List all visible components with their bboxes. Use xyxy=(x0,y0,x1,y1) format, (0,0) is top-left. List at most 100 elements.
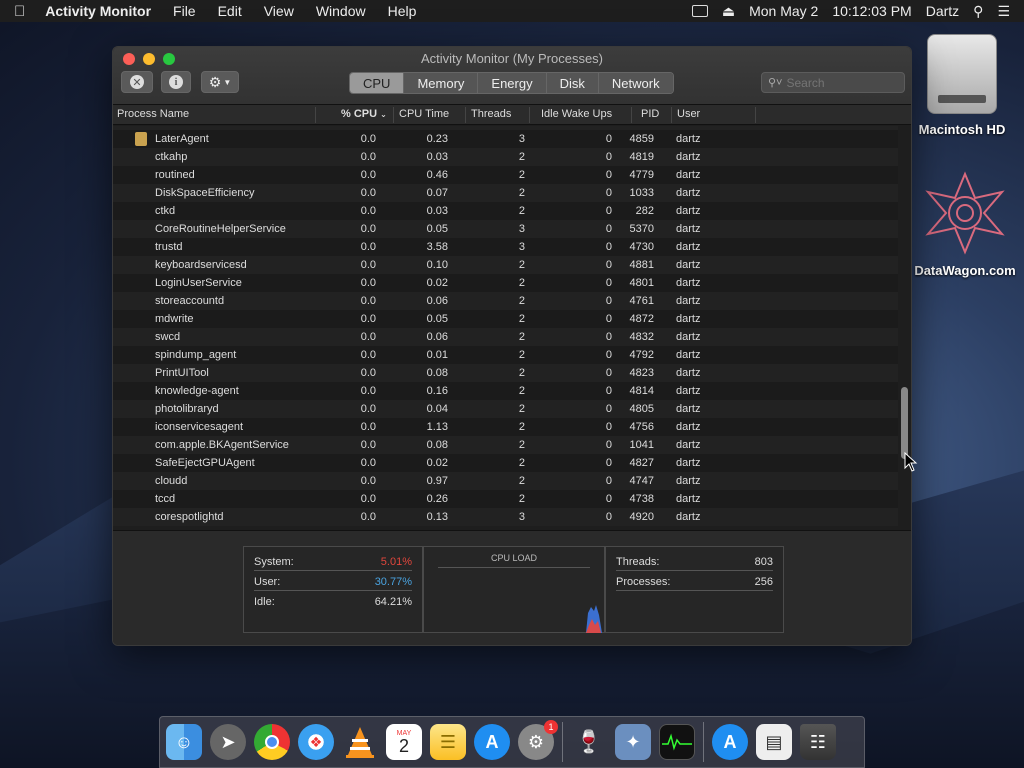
cpu-time-cell: 0.02 xyxy=(426,277,448,289)
table-row[interactable]: ctkd 0.0 0.03 2 0 282 dartz xyxy=(113,202,898,220)
pid-cell: 4756 xyxy=(629,421,654,433)
table-row[interactable]: cloudd 0.0 0.97 2 0 4747 dartz xyxy=(113,472,898,490)
table-row[interactable]: storeaccountd 0.0 0.06 2 0 4761 dartz xyxy=(113,292,898,310)
column-cpu-time[interactable]: CPU Time xyxy=(399,108,449,120)
process-table[interactable]: LaterAgent 0.0 0.23 3 0 4859 dartz ctkahp 0.0 0.0… xyxy=(113,126,898,529)
inspect-process-button[interactable]: i xyxy=(161,71,191,93)
user-cell: dartz xyxy=(676,223,701,235)
table-row[interactable]: PrintUITool 0.0 0.08 2 0 4823 dartz xyxy=(113,364,898,382)
table-row[interactable]: spindump_agent 0.0 0.01 2 0 4792 dartz xyxy=(113,346,898,364)
finder-dock-icon[interactable]: ☺ xyxy=(166,724,202,760)
tab-cpu[interactable]: CPU xyxy=(350,73,405,93)
tab-energy[interactable]: Energy xyxy=(478,73,547,93)
menu-bar:  Activity Monitor File Edit View Window… xyxy=(0,0,1024,22)
column-threads[interactable]: Threads xyxy=(471,108,511,120)
column-idle-wake-ups[interactable]: Idle Wake Ups xyxy=(541,108,612,120)
process-name-cell: com.apple.BKAgentService xyxy=(155,439,289,451)
title-bar: Activity Monitor (My Processes) ✕ i ⚙ ▼ … xyxy=(113,47,911,105)
table-row[interactable]: DiskSpaceEfficiency 0.0 0.07 2 0 1033 dartz xyxy=(113,184,898,202)
cpu-cell: 0.0 xyxy=(360,277,376,289)
user-cell: dartz xyxy=(676,151,701,163)
table-row[interactable]: iconservicesagent 0.0 1.13 2 0 4756 dartz xyxy=(113,418,898,436)
table-row[interactable]: CoreRoutineHelperService 0.0 0.05 3 0 5370 dar… xyxy=(113,220,898,238)
column-user[interactable]: User xyxy=(677,108,700,120)
cpu-stats-panel: System: 5.01% User: 30.77% Idle: 64.21% … xyxy=(113,530,911,645)
table-row[interactable]: mdwrite 0.0 0.05 2 0 4872 dartz xyxy=(113,310,898,328)
cpu-time-cell: 0.97 xyxy=(426,475,448,487)
pid-cell: 4730 xyxy=(629,241,654,253)
threads-cell: 2 xyxy=(518,205,525,217)
search-input[interactable] xyxy=(786,75,897,90)
vlc-dock-icon[interactable] xyxy=(342,724,378,760)
notification-center-icon[interactable]: ☰ xyxy=(997,3,1010,20)
menu-time[interactable]: 10:12:03 PM xyxy=(832,3,911,19)
column-pid[interactable]: PID xyxy=(641,108,659,120)
menu-view[interactable]: View xyxy=(264,3,294,19)
table-row[interactable]: swcd 0.0 0.06 2 0 4832 dartz xyxy=(113,328,898,346)
system-value: 5.01% xyxy=(380,556,412,568)
idle-wake-ups-cell: 0 xyxy=(605,277,612,289)
process-name-cell: ctkd xyxy=(155,205,176,217)
user-cell: dartz xyxy=(676,385,701,397)
menu-file[interactable]: File xyxy=(173,3,196,19)
activity-monitor-window: Activity Monitor (My Processes) ✕ i ⚙ ▼ … xyxy=(112,46,912,646)
datawagon-desktop-icon[interactable]: DataWagon.com xyxy=(906,170,1024,278)
table-row[interactable]: routined 0.0 0.46 2 0 4779 dartz xyxy=(113,166,898,184)
menu-date[interactable]: Mon May 2 xyxy=(749,3,818,19)
tab-memory[interactable]: Memory xyxy=(404,73,479,93)
table-row[interactable]: knowledge-agent 0.0 0.16 2 0 4814 dartz xyxy=(113,382,898,400)
scroll-thumb[interactable] xyxy=(901,387,908,459)
table-row[interactable]: keyboardservicesd 0.0 0.10 2 0 4881 dartz xyxy=(113,256,898,274)
threads-cell: 2 xyxy=(518,259,525,271)
pid-cell: 4814 xyxy=(629,385,654,397)
documents-dock-icon[interactable]: ▤ xyxy=(756,724,792,760)
column-process-name[interactable]: Process Name xyxy=(117,108,189,120)
app-menu[interactable]: Activity Monitor xyxy=(45,3,151,19)
table-row[interactable]: trustd 0.0 3.58 3 0 4730 dartz xyxy=(113,238,898,256)
column-cpu[interactable]: % CPU ⌄ xyxy=(341,108,387,120)
calendar-dock-icon[interactable]: MAY 2 xyxy=(386,724,422,760)
table-row[interactable]: LoginUserService 0.0 0.02 2 0 4801 dartz xyxy=(113,274,898,292)
table-row[interactable]: ctkahp 0.0 0.03 2 0 4819 dartz xyxy=(113,148,898,166)
eject-icon[interactable]: ⏏ xyxy=(722,3,735,20)
quit-process-button[interactable]: ✕ xyxy=(121,71,153,93)
menu-edit[interactable]: Edit xyxy=(218,3,242,19)
idle-wake-ups-cell: 0 xyxy=(605,295,612,307)
idle-wake-ups-cell: 0 xyxy=(605,349,612,361)
cpu-cell: 0.0 xyxy=(360,151,376,163)
wine-dock-icon[interactable]: 🍷 xyxy=(571,724,607,760)
chrome-dock-icon[interactable] xyxy=(254,724,290,760)
launchpad-dock-icon[interactable]: ➤ xyxy=(210,724,246,760)
process-name-cell: trustd xyxy=(155,241,183,253)
table-row[interactable]: com.apple.BKAgentService 0.0 0.08 2 0 1041 dar… xyxy=(113,436,898,454)
app-store-download-dock-icon[interactable]: A xyxy=(712,724,748,760)
table-row[interactable]: LaterAgent 0.0 0.23 3 0 4859 dartz xyxy=(113,130,898,148)
app-store-dock-icon[interactable]: A xyxy=(474,724,510,760)
activity-monitor-dock-icon[interactable] xyxy=(659,724,695,760)
action-menu-button[interactable]: ⚙ ▼ xyxy=(201,71,239,93)
user-cell: dartz xyxy=(676,493,701,505)
user-cell: dartz xyxy=(676,277,701,289)
pid-cell: 4792 xyxy=(629,349,654,361)
trash-dock-icon[interactable]: ☷ xyxy=(800,724,836,760)
tab-disk[interactable]: Disk xyxy=(546,73,599,93)
menu-user[interactable]: Dartz xyxy=(926,3,959,19)
spotlight-search-icon[interactable]: ⚲ xyxy=(973,3,983,20)
tab-network[interactable]: Network xyxy=(598,73,673,93)
table-row[interactable]: tccd 0.0 0.26 2 0 4738 dartz xyxy=(113,490,898,508)
cpu-cell: 0.0 xyxy=(360,313,376,325)
menu-window[interactable]: Window xyxy=(316,3,366,19)
safari-dock-icon[interactable]: ❖ xyxy=(298,724,334,760)
table-row[interactable]: photolibraryd 0.0 0.04 2 0 4805 dartz xyxy=(113,400,898,418)
macintosh-hd-desktop-icon[interactable]: Macintosh HD xyxy=(910,34,1014,137)
table-row[interactable]: SafeEjectGPUAgent 0.0 0.02 2 0 4827 dartz xyxy=(113,454,898,472)
search-field[interactable]: ⚲˅ xyxy=(761,72,905,93)
system-preferences-dock-icon[interactable]: ⚙ 1 xyxy=(518,720,558,760)
mail-stamp-dock-icon[interactable]: ✦ xyxy=(615,724,651,760)
notes-dock-icon[interactable]: ☰ xyxy=(430,724,466,760)
table-row[interactable]: corespotlightd 0.0 0.13 3 0 4920 dartz xyxy=(113,508,898,526)
keyboard-input-icon[interactable] xyxy=(691,5,708,17)
threads-cell: 2 xyxy=(518,493,525,505)
apple-menu-icon[interactable]:  xyxy=(14,3,25,20)
menu-help[interactable]: Help xyxy=(388,3,417,19)
